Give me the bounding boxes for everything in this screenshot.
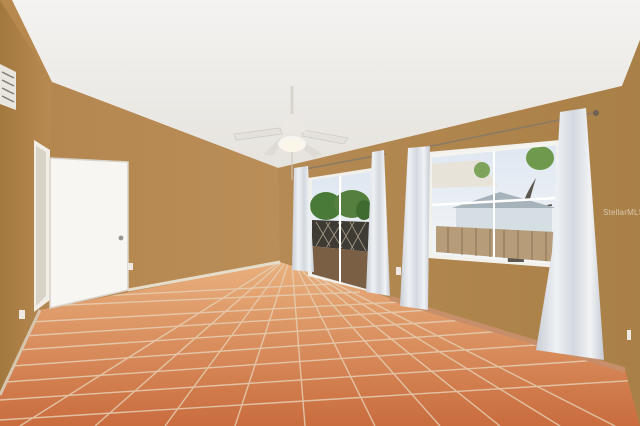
door[interactable] — [49, 157, 129, 309]
room-scene — [0, 0, 640, 426]
door-handle-icon[interactable] — [118, 235, 124, 241]
outlet-icon — [19, 310, 25, 319]
window — [428, 140, 560, 268]
outlet-icon — [128, 263, 133, 270]
outlet-icon — [627, 330, 631, 340]
sliding-glass-door[interactable] — [308, 168, 372, 292]
air-vent-icon — [0, 64, 16, 110]
curtain-rod-finial — [593, 110, 599, 116]
watermark-text: StellarMLS — [603, 208, 640, 217]
doorway — [34, 140, 50, 312]
outlet-icon — [396, 267, 401, 275]
